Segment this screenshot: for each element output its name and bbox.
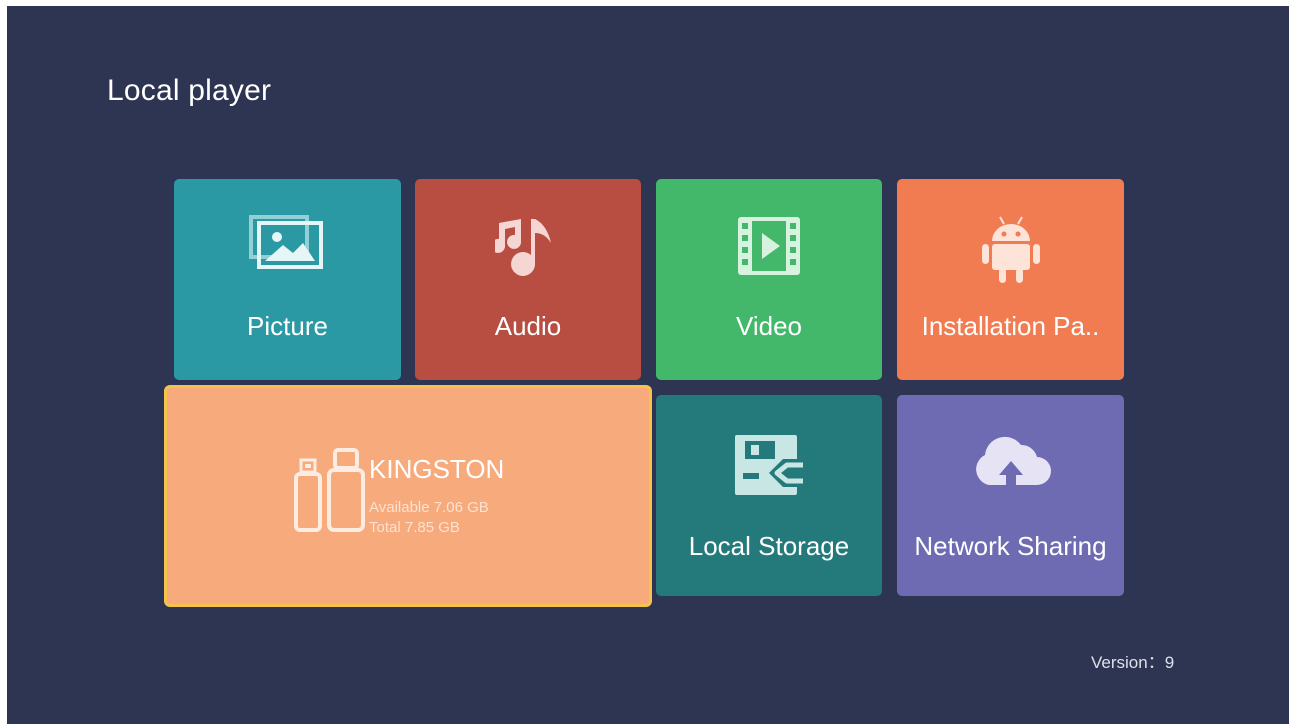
- local-storage-label: Local Storage: [688, 531, 850, 561]
- local-player-screen: Local player Picture Audio Video Install…: [7, 6, 1289, 724]
- audio-tile[interactable]: Audio: [415, 179, 641, 380]
- picture-icon: [248, 215, 327, 276]
- picture-tile[interactable]: Picture: [174, 179, 401, 380]
- usb-drive-name: KINGSTON: [369, 454, 505, 484]
- cloud-upload-icon: [971, 433, 1051, 494]
- video-label: Video: [735, 311, 803, 341]
- video-tile[interactable]: Video: [656, 179, 882, 380]
- usb-drive-tile[interactable]: KINGSTON Available 7.06 GB Total 7.85 GB: [164, 385, 652, 607]
- audio-label: Audio: [494, 311, 562, 341]
- music-note-icon: [491, 215, 561, 286]
- usb-available-space: Available 7.06 GB: [369, 499, 489, 516]
- usb-total-space: Total 7.85 GB: [369, 519, 460, 536]
- floppy-disk-icon: [733, 433, 805, 502]
- version-text: Version：9: [1091, 653, 1175, 672]
- installation-package-tile[interactable]: Installation Pa..: [897, 179, 1124, 380]
- picture-label: Picture: [247, 311, 328, 341]
- film-play-icon: [736, 215, 802, 282]
- usb-drive-icon: [291, 446, 367, 539]
- installation-package-label: Installation Pa..: [921, 311, 1100, 341]
- network-sharing-label: Network Sharing: [914, 531, 1107, 561]
- local-storage-tile[interactable]: Local Storage: [656, 395, 882, 596]
- page-title: Local player: [107, 74, 272, 107]
- android-icon: [978, 215, 1044, 290]
- network-sharing-tile[interactable]: Network Sharing: [897, 395, 1124, 596]
